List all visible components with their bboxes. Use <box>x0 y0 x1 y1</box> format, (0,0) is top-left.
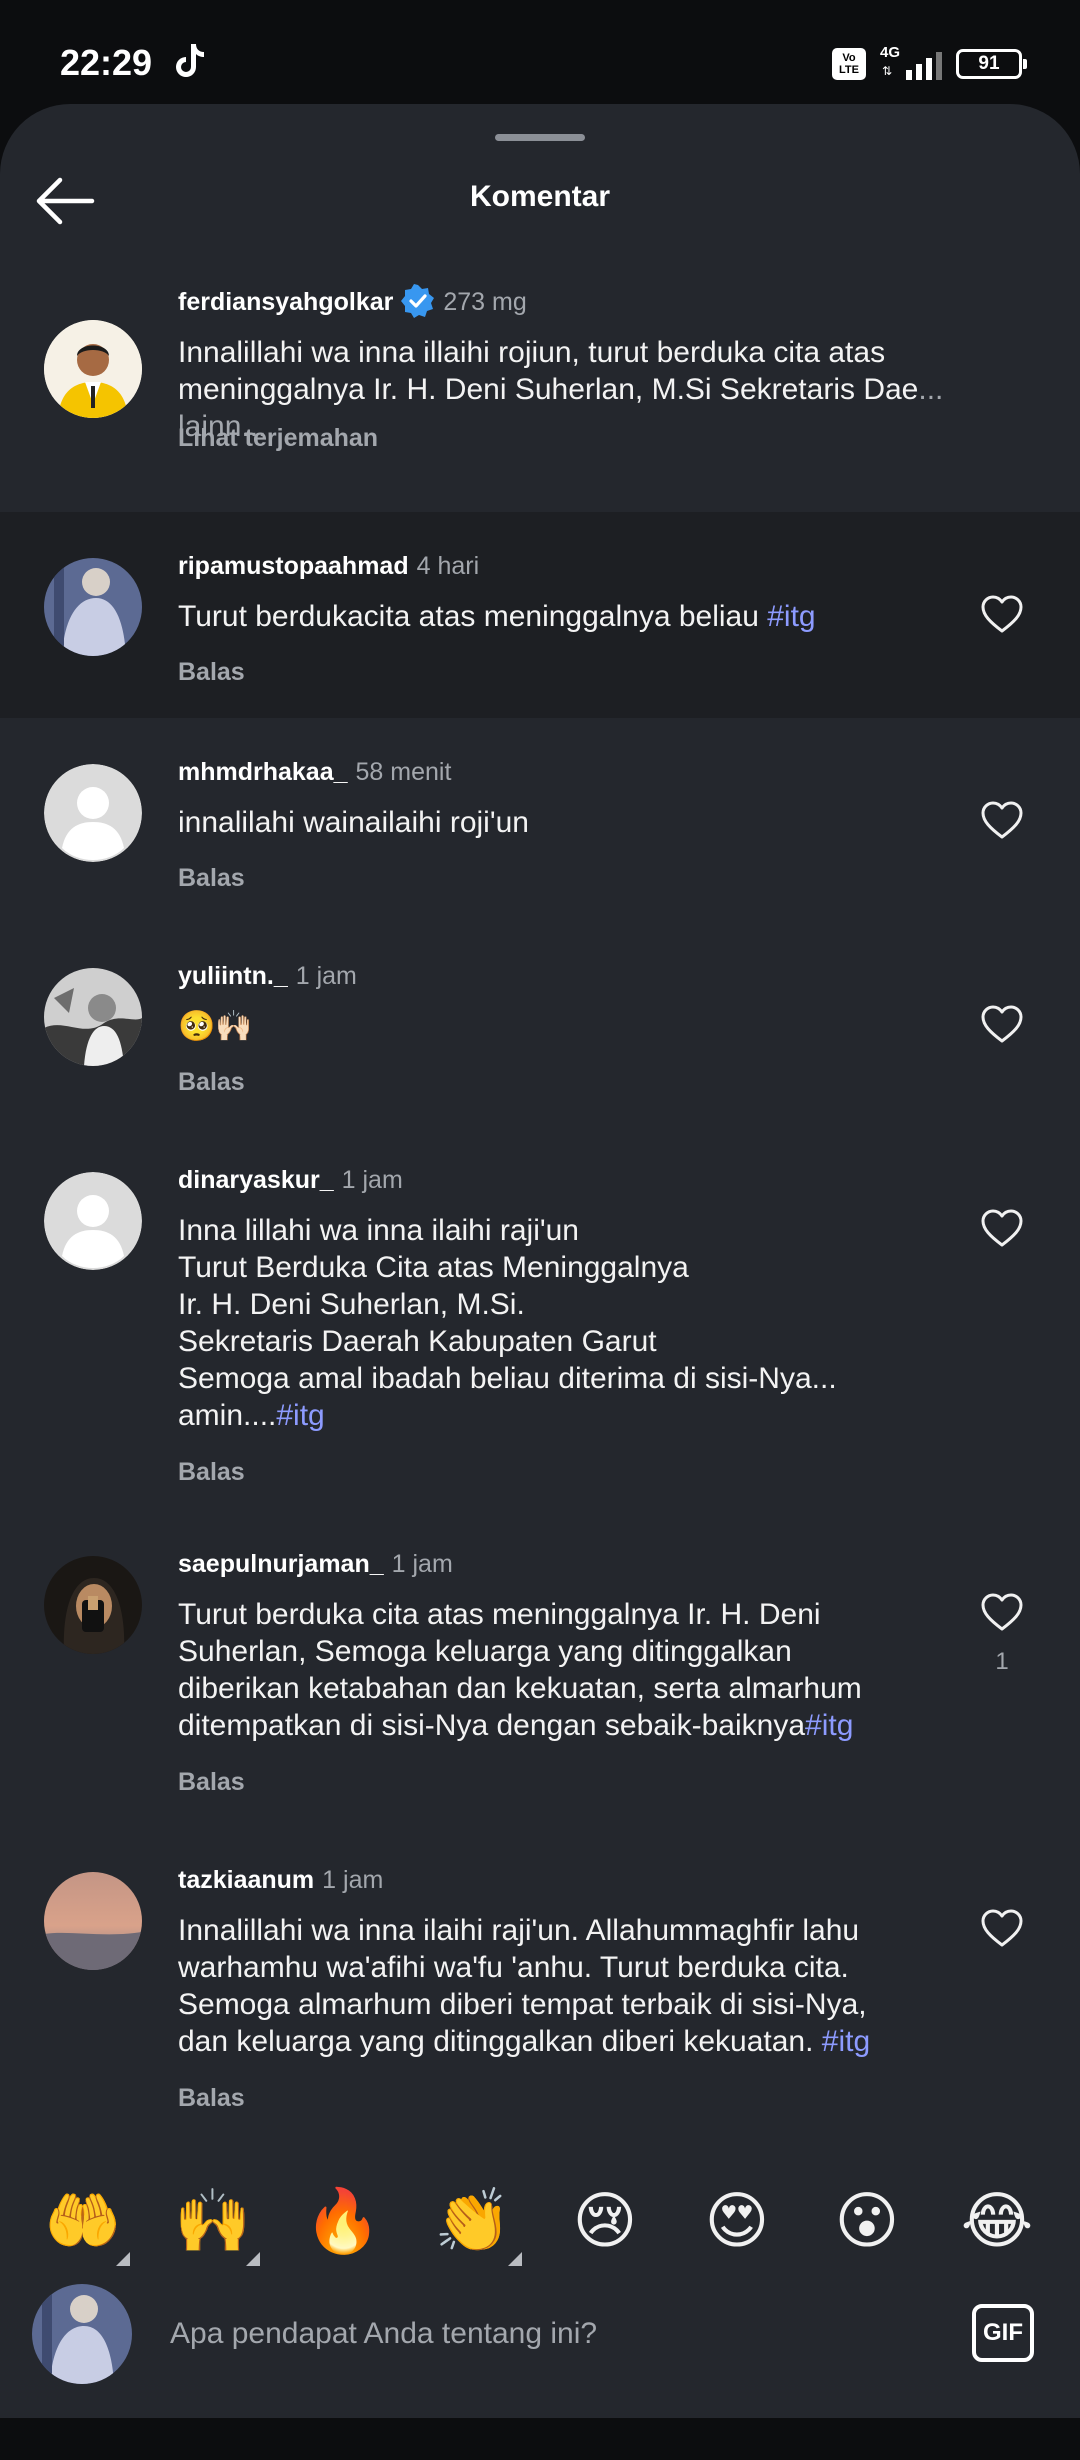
volte-icon: Vo LTE <box>832 48 866 80</box>
emoji-raising-hands-button[interactable]: 🙌 <box>168 2176 258 2266</box>
emoji-heart-eyes-button[interactable]: 😍 <box>692 2176 782 2266</box>
skin-tone-indicator-icon <box>116 2252 130 2266</box>
like-heart-icon[interactable] <box>980 800 1024 840</box>
like-heart-icon[interactable] <box>980 1004 1024 1044</box>
signal-icon: 4G ⇅ <box>880 44 942 84</box>
emoji-tears-of-joy-button[interactable]: 😂 <box>952 2176 1042 2266</box>
hashtag-link[interactable]: #itg <box>767 600 815 633</box>
like-count: 1 <box>995 1648 1009 1675</box>
comment-username[interactable]: mhmdrhakaa_ <box>178 758 348 786</box>
hashtag-link[interactable]: #itg <box>805 1709 853 1742</box>
hashtag-link[interactable]: #itg <box>276 1399 324 1432</box>
avatar[interactable] <box>44 558 142 656</box>
caption-comment: ferdiansyahgolkar 273 mg Innalillahi wa i… <box>0 254 1080 514</box>
emoji-surprised-face-button[interactable]: 😮 <box>822 2176 912 2266</box>
like-heart-icon[interactable] <box>980 1592 1024 1632</box>
avatar[interactable] <box>44 1172 142 1270</box>
comment-username[interactable]: ferdiansyahgolkar <box>178 288 393 316</box>
network-type: 4G <box>880 44 901 61</box>
comment-item: dinaryaskur_ 1 jam Inna lillahi wa inna i… <box>0 1126 1080 1516</box>
comment-input[interactable] <box>170 2306 930 2362</box>
skin-tone-indicator-icon <box>508 2252 522 2266</box>
comment-item: mhmdrhakaa_ 58 menit innalilahi wainailai… <box>0 718 1080 922</box>
status-bar: 22:29 Vo LTE 4G ⇅ 91 <box>0 0 1080 110</box>
verified-badge-icon <box>401 284 435 318</box>
page-title: Komentar <box>469 180 611 213</box>
like-heart-icon[interactable] <box>980 1908 1024 1948</box>
system-navigation-bar <box>0 2418 1080 2460</box>
emoji-fire-button[interactable]: 🔥 <box>298 2176 388 2266</box>
comment-item: ripamustopaahmad 4 hari Turut berdukacita… <box>0 512 1080 718</box>
tiktok-notification-icon <box>176 44 204 77</box>
battery-icon: 91 <box>956 49 1027 79</box>
comment-text: Innalillahi wa inna ilaihi raji'un. Alla… <box>178 1914 871 2058</box>
reply-button[interactable]: Balas <box>178 658 245 687</box>
comments-sheet: Komentar ferdiansyahgolkar 273 mg Innalil… <box>0 104 1080 2460</box>
comment-item: saepulnurjaman_ 1 jam Turut berduka cita … <box>0 1516 1080 1832</box>
comment-time: 1 jam <box>295 962 357 990</box>
emoji-clapping-hands-button[interactable]: 👏 <box>428 2176 518 2266</box>
comment-item: yuliintn._ 1 jam 🥺🙌🏻 Balas <box>0 922 1080 1126</box>
comment-time: 273 mg <box>443 288 527 316</box>
comment-username[interactable]: tazkiaanum <box>178 1866 314 1894</box>
hashtag-link[interactable]: #itg <box>822 2025 870 2058</box>
quick-emoji-row: 🤲 🙌 🔥 👏 😢 😍 😮 😂 <box>0 2176 1080 2266</box>
see-translation-link[interactable]: Lihat terjemahan <box>178 424 378 453</box>
comment-time: 1 jam <box>322 1866 384 1894</box>
emoji-open-hands-button[interactable]: 🤲 <box>38 2176 128 2266</box>
like-heart-icon[interactable] <box>980 594 1024 634</box>
comment-item: tazkiaanum 1 jam Innalillahi wa inna ilai… <box>0 1832 1080 2152</box>
comment-time: 58 menit <box>355 758 452 786</box>
avatar[interactable] <box>44 1556 142 1654</box>
reply-button[interactable]: Balas <box>178 1068 245 1097</box>
reply-button[interactable]: Balas <box>178 1458 245 1487</box>
avatar[interactable] <box>44 320 142 418</box>
comment-text: 🥺🙌🏻 <box>178 1009 253 1044</box>
skin-tone-indicator-icon <box>246 2252 260 2266</box>
comment-username[interactable]: saepulnurjaman_ <box>178 1550 384 1578</box>
reply-button[interactable]: Balas <box>178 2084 245 2113</box>
like-heart-icon[interactable] <box>980 1208 1024 1248</box>
avatar[interactable] <box>44 764 142 862</box>
comment-time: 1 jam <box>391 1550 453 1578</box>
data-arrows-icon: ⇅ <box>882 64 893 78</box>
comment-username[interactable]: ripamustopaahmad <box>178 552 409 580</box>
avatar[interactable] <box>44 968 142 1066</box>
comment-text: Inna lillahi wa inna ilaihi raji'un Turu… <box>178 1214 837 1432</box>
comment-time: 4 hari <box>416 552 480 580</box>
comment-time: 1 jam <box>341 1166 403 1194</box>
comment-username[interactable]: yuliintn._ <box>178 962 288 990</box>
avatar[interactable] <box>44 1872 142 1970</box>
comment-username[interactable]: dinaryaskur_ <box>178 1166 334 1194</box>
comment-text: innalilahi wainailaihi roji'un <box>178 806 529 839</box>
emoji-crying-face-button[interactable]: 😢 <box>560 2176 650 2266</box>
sheet-grab-handle[interactable] <box>495 134 585 141</box>
reply-button[interactable]: Balas <box>178 1768 245 1797</box>
current-user-avatar <box>32 2284 132 2384</box>
comment-text: Turut berdukacita atas meninggalnya beli… <box>178 600 816 633</box>
gif-button[interactable]: GIF <box>972 2304 1034 2362</box>
status-time: 22:29 <box>60 42 153 83</box>
comment-text: Turut berduka cita atas meninggalnya Ir.… <box>178 1598 862 1742</box>
reply-button[interactable]: Balas <box>178 864 245 893</box>
